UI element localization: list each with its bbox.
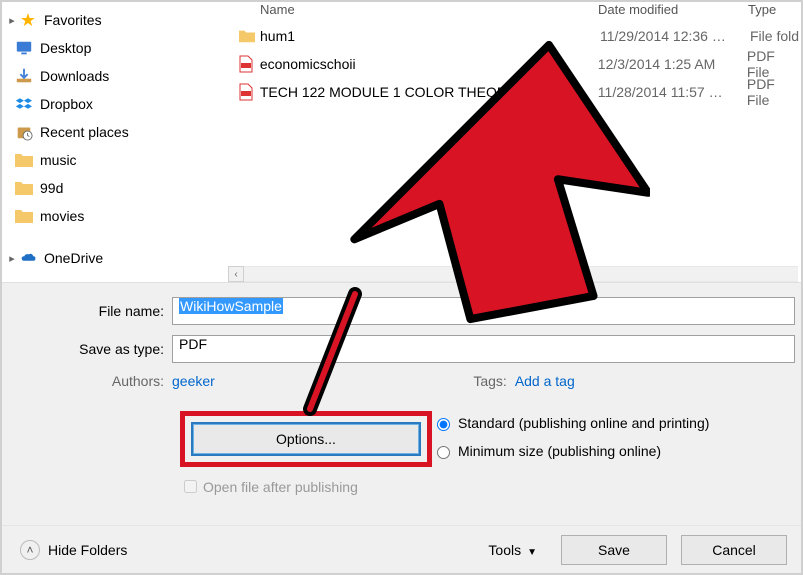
authors-value[interactable]: geeker (172, 373, 215, 389)
cancel-button[interactable]: Cancel (681, 535, 787, 565)
file-type: PDF File (747, 76, 801, 108)
file-list-header: Name Date modified Type (228, 2, 801, 22)
hide-folders-label: Hide Folders (48, 542, 127, 558)
folder-icon (238, 28, 260, 44)
sidebar-item-label: Downloads (40, 68, 109, 84)
filename-label: File name: (2, 303, 172, 319)
col-name-header[interactable]: Name (228, 2, 598, 22)
sidebar-onedrive-label: OneDrive (44, 250, 103, 266)
file-row-pdf[interactable]: economicschoii 12/3/2014 1:25 AM PDF Fil… (228, 50, 801, 78)
desktop-icon (14, 38, 34, 58)
open-file-checkbox-input[interactable] (184, 480, 197, 493)
options-highlight: Options... (180, 411, 432, 467)
tools-dropdown[interactable]: Tools ▼ (488, 542, 537, 558)
filename-input[interactable]: WikiHowSample (172, 297, 795, 325)
standard-radio-input[interactable] (437, 418, 450, 431)
sidebar-item-99d[interactable]: 99d (6, 174, 226, 202)
expand-icon: ▸ (6, 252, 18, 265)
chevron-up-icon: ˄ (20, 540, 40, 560)
folder-icon (14, 206, 34, 226)
dropbox-icon (14, 94, 34, 114)
pdf-icon (238, 83, 260, 101)
file-name: hum1 (260, 28, 600, 44)
file-name: TECH 122 MODULE 1 COLOR THEORIES(2) (260, 84, 598, 100)
folder-icon (14, 178, 34, 198)
file-name: economicschoii (260, 56, 598, 72)
sidebar-item-label: movies (40, 208, 84, 224)
sidebar-item-desktop[interactable]: Desktop (6, 34, 226, 62)
sidebar-item-downloads[interactable]: Downloads (6, 62, 226, 90)
file-date: 11/29/2014 12:36 … (600, 28, 750, 44)
onedrive-icon (18, 248, 38, 268)
saveastype-label: Save as type: (2, 341, 172, 357)
sidebar-item-label: music (40, 152, 77, 168)
filename-value: WikiHowSample (179, 298, 283, 314)
file-row-folder[interactable]: hum1 11/29/2014 12:36 … File fold (228, 22, 801, 50)
navigation-sidebar: ▸ ★ Favorites Desktop Downloads Dropbox … (6, 6, 226, 271)
save-button-label: Save (598, 542, 630, 558)
col-date-header[interactable]: Date modified (598, 2, 748, 22)
sidebar-onedrive[interactable]: ▸ OneDrive (6, 244, 226, 272)
save-button[interactable]: Save (561, 535, 667, 565)
sidebar-item-movies[interactable]: movies (6, 202, 226, 230)
sidebar-item-music[interactable]: music (6, 146, 226, 174)
sidebar-item-recent[interactable]: Recent places (6, 118, 226, 146)
save-form: File name: WikiHowSample Save as type: P… (2, 282, 801, 525)
sidebar-item-label: Dropbox (40, 96, 93, 112)
optimize-minimum-radio[interactable]: Minimum size (publishing online) (432, 443, 801, 459)
star-icon: ★ (18, 10, 38, 30)
minimum-radio-label: Minimum size (publishing online) (458, 443, 661, 459)
save-as-dialog: Name Date modified Type ▸ ★ Favorites De… (0, 0, 803, 575)
saveastype-value: PDF (179, 336, 207, 352)
hide-folders-button[interactable]: ˄ Hide Folders (20, 540, 127, 560)
horizontal-scrollbar[interactable]: ‹ (228, 266, 798, 282)
file-date: 11/28/2014 11:57 … (598, 84, 747, 100)
file-row-pdf[interactable]: TECH 122 MODULE 1 COLOR THEORIES(2) 11/2… (228, 78, 801, 106)
tags-value[interactable]: Add a tag (515, 373, 575, 389)
col-type-header[interactable]: Type (748, 2, 801, 22)
minimum-radio-input[interactable] (437, 446, 450, 459)
sidebar-item-dropbox[interactable]: Dropbox (6, 90, 226, 118)
authors-label: Authors: (2, 373, 172, 389)
optimize-standard-radio[interactable]: Standard (publishing online and printing… (432, 415, 801, 431)
open-file-label: Open file after publishing (203, 479, 358, 495)
folder-icon (14, 150, 34, 170)
saveastype-select[interactable]: PDF (172, 335, 795, 363)
sidebar-item-label: Desktop (40, 40, 91, 56)
dialog-bottom-bar: ˄ Hide Folders Tools ▼ Save Cancel (2, 525, 801, 573)
cancel-button-label: Cancel (712, 542, 756, 558)
file-list: hum1 11/29/2014 12:36 … File fold econom… (228, 22, 801, 270)
sidebar-favorites[interactable]: ▸ ★ Favorites (6, 6, 226, 34)
tools-label: Tools (488, 542, 521, 558)
sidebar-item-label: Recent places (40, 124, 129, 140)
options-button[interactable]: Options... (191, 422, 421, 456)
options-button-label: Options... (276, 431, 336, 447)
file-date: 12/3/2014 1:25 AM (598, 56, 747, 72)
standard-radio-label: Standard (publishing online and printing… (458, 415, 709, 431)
pdf-icon (238, 55, 260, 73)
file-type: File fold (750, 28, 799, 44)
scroll-track[interactable] (244, 266, 798, 282)
recent-icon (14, 122, 34, 142)
caret-down-icon: ▼ (527, 547, 537, 558)
expand-icon: ▸ (6, 14, 18, 27)
tags-label: Tags: (455, 373, 515, 389)
downloads-icon (14, 66, 34, 86)
sidebar-item-label: 99d (40, 180, 63, 196)
sidebar-favorites-label: Favorites (44, 12, 102, 28)
scroll-left-button[interactable]: ‹ (228, 266, 244, 282)
open-file-checkbox[interactable]: Open file after publishing (180, 477, 432, 496)
